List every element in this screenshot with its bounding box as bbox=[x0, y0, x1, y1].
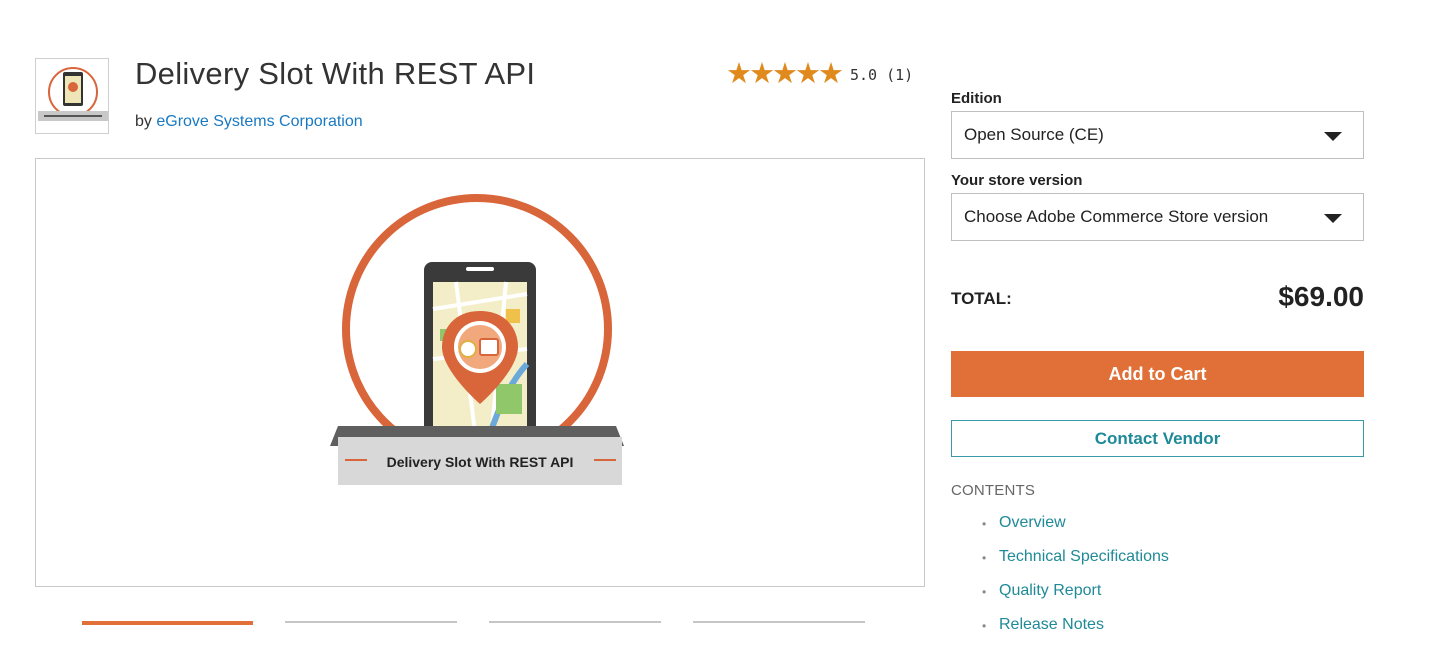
edition-value: Open Source (CE) bbox=[964, 125, 1104, 144]
vendor-link[interactable]: eGrove Systems Corporation bbox=[156, 113, 362, 130]
product-image-gallery[interactable]: Delivery Slot With REST API bbox=[35, 158, 925, 587]
product-image: Delivery Slot With REST API bbox=[330, 194, 624, 485]
contents-list: Overview Technical Specifications Qualit… bbox=[982, 514, 1169, 650]
chevron-down-icon bbox=[1324, 214, 1342, 223]
contents-item[interactable]: Quality Report bbox=[982, 582, 1169, 616]
store-version-value: Choose Adobe Commerce Store version bbox=[964, 207, 1269, 226]
contact-vendor-button[interactable]: Contact Vendor bbox=[951, 420, 1364, 457]
contents-link-quality-report[interactable]: Quality Report bbox=[999, 582, 1101, 599]
gallery-tabs bbox=[0, 621, 930, 626]
rating-text: 5.0 (1) bbox=[850, 65, 914, 84]
tab-indicator[interactable] bbox=[693, 621, 865, 623]
contents-item[interactable]: Technical Specifications bbox=[982, 548, 1169, 582]
total-price: $69.00 bbox=[1278, 281, 1364, 312]
store-version-label: Your store version bbox=[951, 172, 1083, 189]
tab-indicator[interactable] bbox=[285, 621, 457, 623]
contents-heading: CONTENTS bbox=[951, 482, 1036, 499]
total-label: TOTAL: bbox=[951, 289, 1012, 308]
product-title: Delivery Slot With REST API bbox=[135, 56, 536, 91]
vendor-byline: by eGrove Systems Corporation bbox=[135, 113, 363, 131]
contents-item[interactable]: Release Notes bbox=[982, 616, 1169, 650]
star-rating-icon: ★★★★★ bbox=[726, 58, 844, 90]
byline-prefix: by bbox=[135, 113, 157, 130]
chevron-down-icon bbox=[1324, 132, 1342, 141]
edition-label: Edition bbox=[951, 90, 1002, 107]
tab-indicator[interactable] bbox=[489, 621, 661, 623]
contents-link-release-notes[interactable]: Release Notes bbox=[999, 616, 1104, 633]
contents-item[interactable]: Overview bbox=[982, 514, 1169, 548]
edition-select[interactable]: Open Source (CE) bbox=[951, 111, 1364, 159]
contents-link-overview[interactable]: Overview bbox=[999, 514, 1066, 531]
add-to-cart-button[interactable]: Add to Cart bbox=[951, 351, 1364, 397]
tab-indicator-active[interactable] bbox=[82, 621, 253, 625]
product-thumbnail[interactable] bbox=[35, 58, 109, 134]
rating[interactable]: ★★★★★ 5.0 (1) bbox=[726, 60, 913, 89]
contents-link-technical-specifications[interactable]: Technical Specifications bbox=[999, 548, 1169, 565]
image-caption: Delivery Slot With REST API bbox=[387, 454, 574, 470]
store-version-select[interactable]: Choose Adobe Commerce Store version bbox=[951, 193, 1364, 241]
